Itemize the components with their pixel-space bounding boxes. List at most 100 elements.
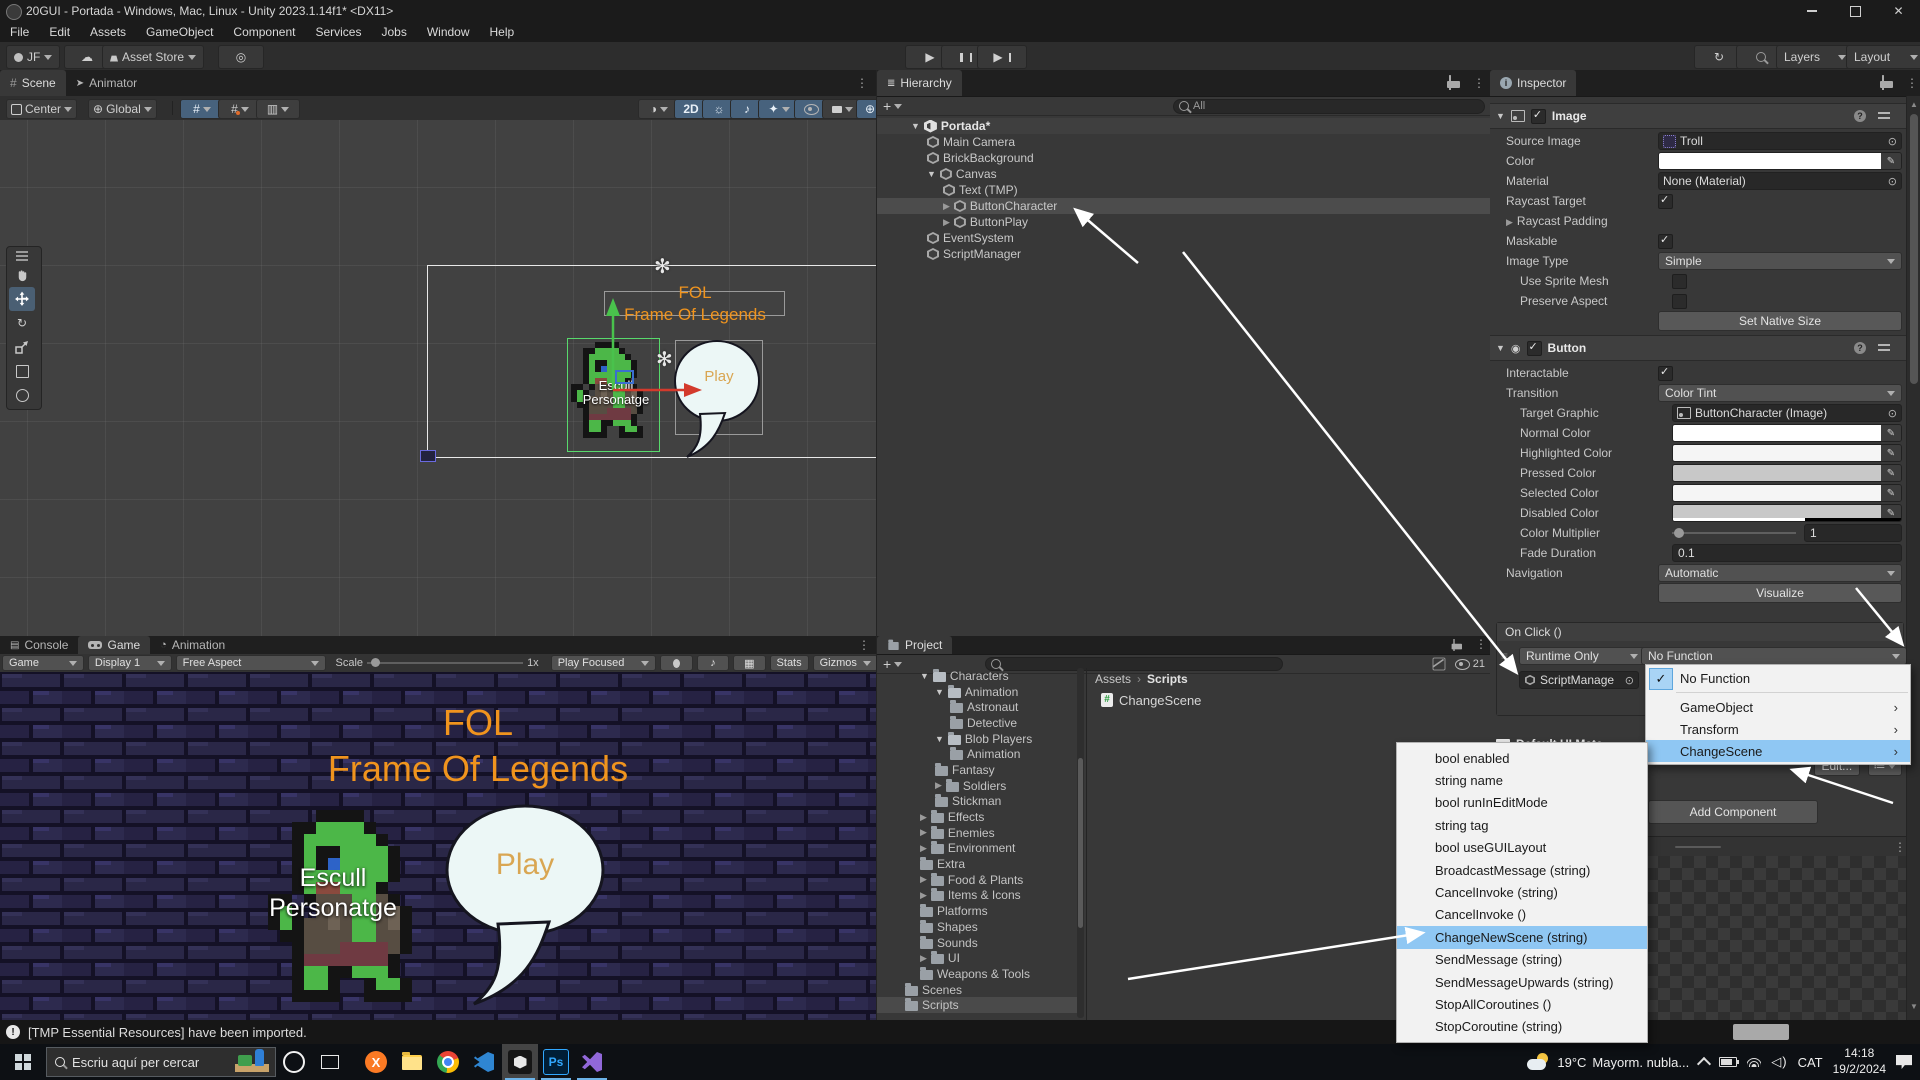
hierarchy-row[interactable]: Main Camera [877, 134, 1491, 150]
display-target-dropdown[interactable]: Game [2, 655, 84, 671]
account-button[interactable]: JF [6, 45, 60, 69]
visual-studio-icon[interactable] [574, 1044, 610, 1080]
checkbox[interactable] [1658, 366, 1673, 381]
ruler-snap-button[interactable]: ▥ [256, 99, 300, 119]
color-field[interactable]: ✎ [1658, 152, 1902, 170]
dropdown[interactable]: Color Tint [1658, 384, 1902, 402]
anchor-gizmo-icon[interactable]: ✻ [654, 254, 671, 279]
project-tree-row[interactable]: Detective [877, 715, 1077, 731]
function-menu-item[interactable]: Transform › [1646, 718, 1910, 740]
image-component-header[interactable]: ▼ Image ? ⋮ [1490, 103, 1920, 129]
menu-item[interactable]: Component [223, 22, 305, 42]
project-tree-row[interactable]: Scripts [877, 997, 1077, 1013]
checkbox[interactable] [1672, 274, 1687, 289]
dropdown[interactable]: Automatic [1658, 564, 1902, 582]
method-menu-item[interactable]: CancelInvoke (string) [1397, 881, 1647, 903]
rotate-tool-button[interactable]: ↻ [9, 311, 35, 335]
hierarchy-lock-icon[interactable] [1449, 78, 1451, 92]
method-menu-item[interactable]: StopCoroutine (string) [1397, 1016, 1647, 1038]
maximize-button[interactable] [1834, 0, 1877, 22]
slider[interactable] [1672, 525, 1796, 541]
notification-center-icon[interactable] [1896, 1055, 1912, 1069]
function-menu-item[interactable]: ✓ No Function [1646, 667, 1910, 689]
project-tree-row[interactable]: Weapons & Tools [877, 966, 1077, 982]
project-lock-icon[interactable] [1453, 641, 1455, 652]
minimize-button[interactable] [1790, 0, 1833, 22]
project-tree-row[interactable]: ▶ Items & Icons [877, 888, 1077, 904]
layers-dropdown[interactable]: Layers [1776, 45, 1854, 69]
project-tree-row[interactable]: ▶ Soldiers [877, 778, 1077, 794]
stats-button[interactable]: Stats [770, 655, 809, 671]
scale-tool-button[interactable] [9, 335, 35, 359]
object-picker-icon[interactable]: ⊙ [1888, 175, 1897, 188]
menu-item[interactable]: Assets [80, 22, 136, 42]
game-menu-kebab[interactable]: ⋮ [858, 638, 870, 652]
project-tree-scrollbar[interactable] [1077, 668, 1084, 1018]
inspector-button[interactable]: Visualize [1658, 583, 1902, 603]
help-icon[interactable]: ? [1854, 342, 1866, 354]
menu-item[interactable]: Services [305, 22, 371, 42]
menu-item[interactable]: Jobs [371, 22, 416, 42]
xampp-icon[interactable]: X [358, 1044, 394, 1080]
chrome-icon[interactable] [430, 1044, 466, 1080]
asset-item[interactable]: # ChangeScene [1087, 690, 1491, 710]
color-field[interactable]: ✎ [1672, 464, 1902, 482]
menu-item[interactable]: Edit [39, 22, 80, 42]
inspector-scrollbar[interactable]: ▲ ▼ [1906, 96, 1920, 1020]
project-tree-row[interactable]: Stickman [877, 794, 1077, 810]
clock[interactable]: 14:1819/2/2024 [1833, 1046, 1886, 1077]
eyedropper-icon[interactable]: ✎ [1881, 153, 1901, 169]
slider-value[interactable]: 1 [1804, 524, 1902, 542]
color-field[interactable]: ✎ [1672, 504, 1902, 522]
project-tree-row[interactable]: Platforms [877, 903, 1077, 919]
function-menu-item[interactable]: ChangeScene › [1646, 740, 1910, 762]
breadcrumb-root[interactable]: Assets [1095, 672, 1131, 686]
tray-expand-chevron[interactable] [1697, 1057, 1711, 1071]
project-tree-row[interactable]: Shapes [877, 919, 1077, 935]
asset-store-button[interactable]: Asset Store [102, 45, 204, 69]
object-field[interactable]: Troll⊙ [1658, 132, 1902, 150]
hierarchy-row[interactable]: ScriptManager [877, 246, 1491, 262]
language-indicator[interactable]: CAT [1798, 1055, 1823, 1070]
layout-dropdown[interactable]: Layout [1846, 45, 1920, 69]
menu-item[interactable]: Window [417, 22, 480, 42]
game-viewport[interactable]: FOL Frame Of Legends Escull Personatge P… [0, 672, 876, 1020]
create-asset-caret[interactable] [894, 662, 902, 667]
menu-item[interactable]: Help [480, 22, 525, 42]
project-tree-row[interactable]: ▶ Food & Plants [877, 872, 1077, 888]
drag-handle-icon[interactable]: ≡ [1501, 649, 1508, 663]
event-target-field[interactable]: ScriptManage⊙ [1519, 671, 1639, 689]
pivot-dropdown[interactable]: Center [6, 99, 77, 119]
method-menu-item[interactable]: bool useGUILayout [1397, 837, 1647, 859]
button-enabled-checkbox[interactable] [1527, 341, 1542, 356]
tab-animator[interactable]: ➤Animator [66, 70, 147, 96]
project-tree-row[interactable]: Astronaut [877, 699, 1077, 715]
project-tree-row[interactable]: ▶ Environment [877, 841, 1077, 857]
tab-project[interactable]: Project [877, 636, 952, 654]
project-menu-kebab[interactable]: ⋮ [1475, 637, 1487, 651]
cortana-button[interactable] [276, 1044, 312, 1080]
object-picker-icon[interactable]: ⊙ [1625, 674, 1634, 687]
eyedropper-icon[interactable]: ✎ [1881, 485, 1901, 501]
wifi-icon[interactable] [1747, 1057, 1761, 1067]
project-tree-row[interactable]: ▼ Animation [877, 684, 1077, 700]
battery-icon[interactable] [1719, 1057, 1737, 1067]
color-field[interactable]: ✎ [1672, 444, 1902, 462]
project-tree-row[interactable]: ▶ UI [877, 950, 1077, 966]
unity-taskbar-icon[interactable] [502, 1044, 538, 1080]
method-menu-item[interactable]: string name [1397, 769, 1647, 791]
menu-item[interactable]: File [0, 22, 39, 42]
eyedropper-icon[interactable]: ✎ [1881, 425, 1901, 441]
file-explorer-icon[interactable] [394, 1044, 430, 1080]
volume-icon[interactable]: ◁) [1771, 1054, 1787, 1070]
project-tree-row[interactable]: Sounds [877, 935, 1077, 951]
hierarchy-row[interactable]: EventSystem [877, 230, 1491, 246]
hierarchy-row[interactable]: Text (TMP) [877, 182, 1491, 198]
close-button[interactable]: ✕ [1877, 0, 1920, 22]
rect-tool-button[interactable] [9, 359, 35, 383]
display-dropdown[interactable]: Display 1 [88, 655, 172, 671]
method-menu-item[interactable]: ChangeNewScene (string) [1397, 926, 1647, 948]
method-menu-item[interactable]: string tag [1397, 814, 1647, 836]
photoshop-icon[interactable]: Ps [538, 1044, 574, 1080]
method-menu-item[interactable]: SendMessageUpwards (string) [1397, 971, 1647, 993]
